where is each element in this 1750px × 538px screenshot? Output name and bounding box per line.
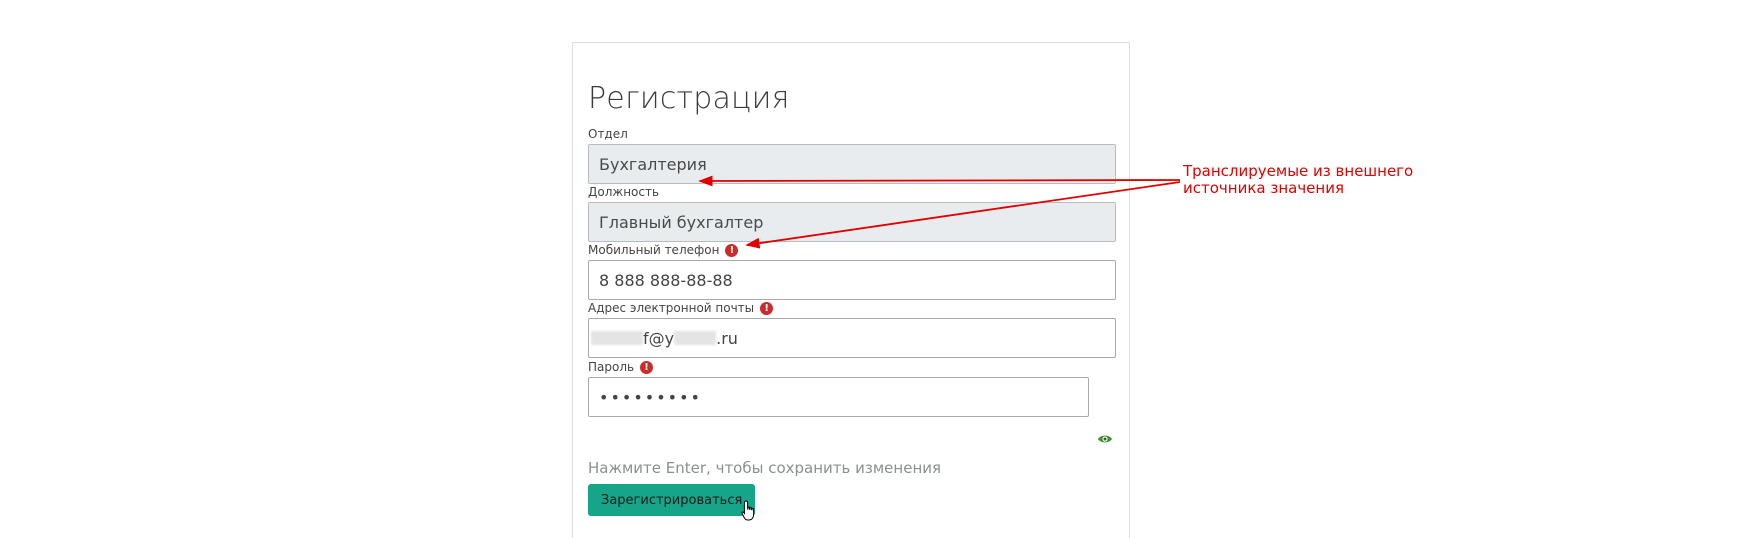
- department-field[interactable]: [588, 144, 1116, 184]
- position-label-text: Должность: [588, 185, 660, 199]
- page: Регистрация Отдел Должность Мобильный те…: [0, 0, 1750, 538]
- department-label: Отдел: [588, 126, 628, 142]
- page-title: Регистрация: [588, 81, 790, 116]
- annotation-line-1: Транслируемые из внешнего: [1183, 162, 1414, 180]
- annotation-text: Транслируемые из внешнего источника знач…: [1183, 163, 1413, 197]
- redacted-block: [674, 331, 717, 345]
- department-label-text: Отдел: [588, 127, 628, 141]
- save-hint: Нажмите Enter, чтобы сохранить изменения: [588, 459, 942, 477]
- eye-icon[interactable]: [1097, 433, 1113, 445]
- required-icon: !: [725, 243, 739, 257]
- password-label-text: Пароль: [588, 360, 635, 374]
- email-field[interactable]: f@y .ru: [588, 318, 1116, 358]
- registration-card: Регистрация Отдел Должность Мобильный те…: [572, 42, 1130, 538]
- annotation-line-2: источника значения: [1183, 179, 1344, 197]
- phone-label: Мобильный телефон !: [588, 242, 739, 258]
- redacted-block: [591, 331, 643, 345]
- email-visible-part-1: f@y: [643, 328, 675, 348]
- password-label: Пароль !: [588, 359, 654, 375]
- email-label-text: Адрес электронной почты: [588, 301, 755, 315]
- password-field[interactable]: [588, 377, 1089, 417]
- phone-field[interactable]: [588, 260, 1116, 300]
- position-label: Должность: [588, 184, 659, 200]
- email-visible-part-2: .ru: [716, 328, 738, 348]
- register-button[interactable]: Зарегистрироваться: [588, 484, 756, 516]
- required-icon: !: [760, 301, 774, 315]
- required-icon: !: [640, 360, 654, 374]
- position-field[interactable]: [588, 202, 1116, 242]
- hand-pointer-icon: [741, 500, 755, 521]
- email-label: Адрес электронной почты !: [588, 300, 774, 316]
- phone-label-text: Мобильный телефон: [588, 243, 720, 257]
